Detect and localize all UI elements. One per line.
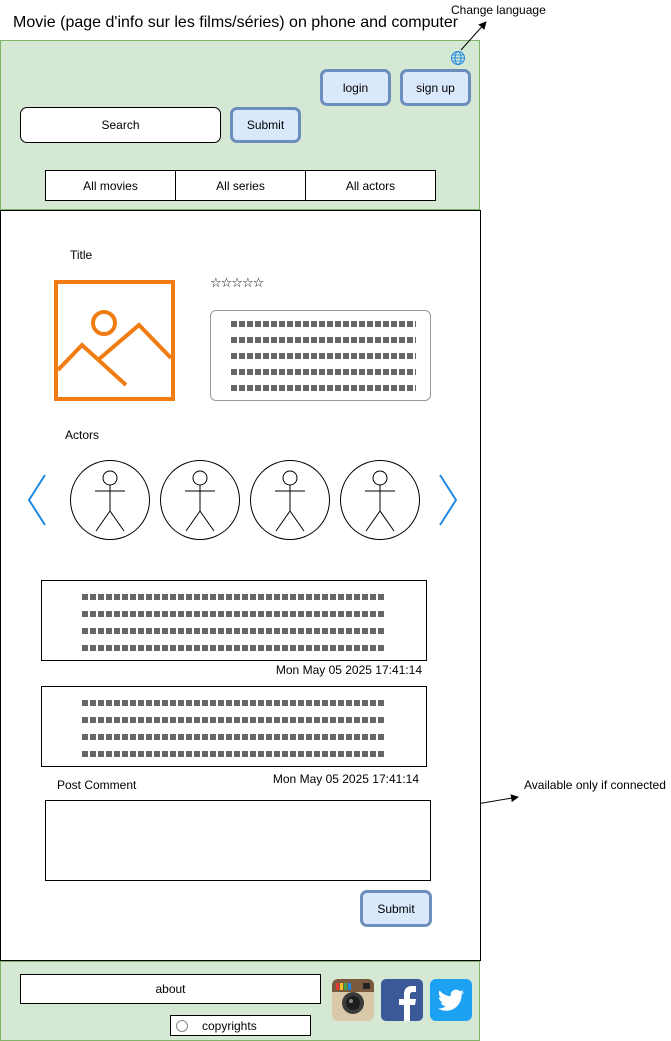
comment-timestamp: Mon May 05 2025 17:41:14: [275, 663, 422, 677]
about-link[interactable]: about: [20, 974, 321, 1004]
comment-text-placeholder: [82, 594, 386, 651]
signup-button[interactable]: sign up: [400, 69, 471, 106]
person-icon: [365, 470, 395, 532]
copyright-label: copyrights: [202, 1018, 257, 1033]
person-icon: [185, 470, 215, 532]
copyright-icon: [176, 1019, 188, 1032]
chevron-left-icon[interactable]: [26, 473, 48, 527]
chevron-right-icon[interactable]: [437, 473, 459, 527]
person-icon: [95, 470, 125, 532]
comment-card: [41, 580, 427, 661]
comment-input[interactable]: [45, 800, 431, 881]
actors-label: Actors: [65, 428, 100, 442]
twitter-icon[interactable]: [430, 979, 472, 1021]
comment-text-placeholder: [82, 700, 386, 757]
actor-avatar[interactable]: [340, 460, 420, 540]
connected-only-note: Available only if connected: [524, 778, 666, 792]
actor-avatar[interactable]: [70, 460, 150, 540]
description-text-placeholder: [231, 321, 416, 391]
comment-timestamp: Mon May 05 2025 17:41:14: [272, 772, 419, 786]
tab-all-actors[interactable]: All actors: [306, 171, 435, 200]
tab-all-movies[interactable]: All movies: [46, 171, 176, 200]
copyright-box: copyrights: [170, 1015, 311, 1036]
rating-stars: ☆☆☆☆☆: [210, 276, 264, 291]
nav-tabs: All movies All series All actors: [45, 170, 436, 201]
poster-image-icon: [54, 280, 175, 401]
title-label: Title: [70, 248, 93, 262]
post-comment-submit-button[interactable]: Submit: [360, 890, 432, 927]
facebook-icon[interactable]: [381, 979, 423, 1021]
description-box: [210, 310, 431, 401]
person-icon: [275, 470, 305, 532]
actor-avatar[interactable]: [160, 460, 240, 540]
search-input[interactable]: Search: [20, 107, 221, 143]
tab-all-series[interactable]: All series: [176, 171, 306, 200]
search-submit-button[interactable]: Submit: [230, 107, 301, 143]
actor-avatar[interactable]: [250, 460, 330, 540]
comment-card: [41, 686, 427, 767]
login-button[interactable]: login: [320, 69, 391, 106]
instagram-icon[interactable]: [332, 979, 374, 1021]
post-comment-label: Post Comment: [57, 778, 137, 792]
change-language-arrow: [460, 21, 487, 51]
